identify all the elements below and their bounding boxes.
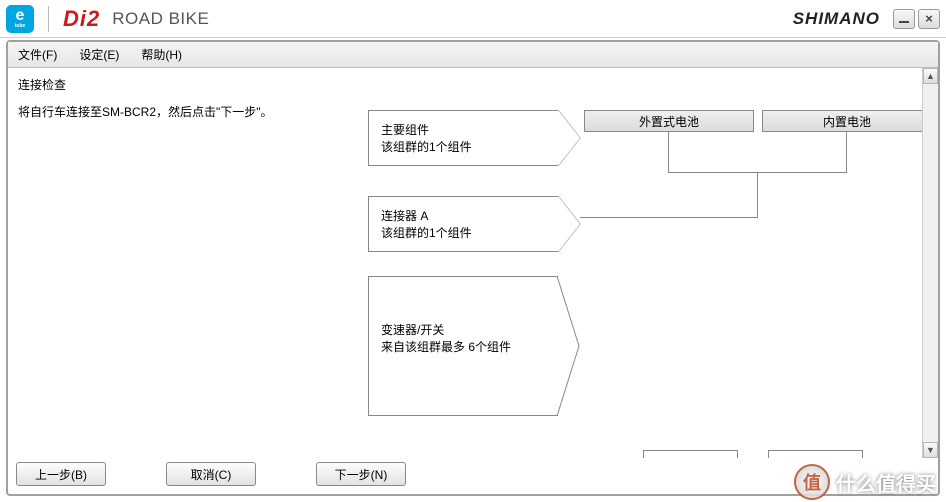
group-title: 变速器/开关: [381, 321, 545, 338]
left-panel: 连接检查 将自行车连接至SM-BCR2，然后点击"下一步"。: [8, 68, 368, 458]
minimize-button[interactable]: [893, 9, 915, 29]
group-subtitle: 该组群的1个组件: [381, 138, 546, 155]
scroll-up-icon[interactable]: ▲: [923, 68, 938, 84]
group-title: 主要组件: [381, 121, 546, 138]
group-shifters: 变速器/开关 来自该组群最多 6个组件: [368, 276, 558, 416]
app-subtitle: ROAD BIKE: [112, 9, 209, 29]
menu-file[interactable]: 文件(F): [14, 45, 61, 64]
brand-logo: Di2: [63, 6, 100, 32]
next-button[interactable]: 下一步(N): [316, 462, 406, 486]
cancel-button[interactable]: 取消(C): [166, 462, 256, 486]
menu-help[interactable]: 帮助(H): [137, 45, 186, 64]
connector-line: [580, 217, 758, 218]
partial-box: [643, 450, 738, 458]
connector-line: [757, 172, 758, 217]
group-subtitle: 该组群的1个组件: [381, 224, 546, 241]
watermark-text: 什么值得买: [836, 468, 936, 497]
close-button[interactable]: ×: [918, 9, 940, 29]
vertical-scrollbar[interactable]: ▲ ▼: [922, 68, 938, 458]
titlebar: e tube Di2 ROAD BIKE SHIMANO ×: [0, 0, 946, 38]
step-instruction: 将自行车连接至SM-BCR2，然后点击"下一步"。: [18, 103, 358, 122]
watermark: 值 什么值得买: [794, 464, 936, 500]
step-title: 连接检查: [18, 76, 358, 93]
group-subtitle: 来自该组群最多 6个组件: [381, 338, 545, 355]
group-connector-a: 连接器 A 该组群的1个组件: [368, 196, 558, 252]
connector-line: [846, 132, 847, 172]
diagram-panel: 主要组件 该组群的1个组件 外置式电池 内置电池 连接器 A 该组群的1个组件: [368, 68, 922, 458]
etube-logo-icon: e tube: [6, 5, 34, 33]
menubar: 文件(F) 设定(E) 帮助(H): [8, 42, 938, 68]
prev-button[interactable]: 上一步(B): [16, 462, 106, 486]
menu-settings[interactable]: 设定(E): [75, 45, 123, 64]
main-window: 文件(F) 设定(E) 帮助(H) 连接检查 将自行车连接至SM-BCR2，然后…: [6, 40, 940, 496]
divider: [48, 6, 49, 32]
maker-logo: SHIMANO: [793, 9, 880, 29]
partial-box: [768, 450, 863, 458]
group-title: 连接器 A: [381, 207, 546, 224]
battery-external: 外置式电池: [584, 110, 754, 132]
connector-line: [668, 132, 669, 172]
battery-internal: 内置电池: [762, 110, 922, 132]
scroll-down-icon[interactable]: ▼: [923, 442, 938, 458]
group-main-components: 主要组件 该组群的1个组件: [368, 110, 558, 166]
watermark-badge-icon: 值: [794, 464, 830, 500]
